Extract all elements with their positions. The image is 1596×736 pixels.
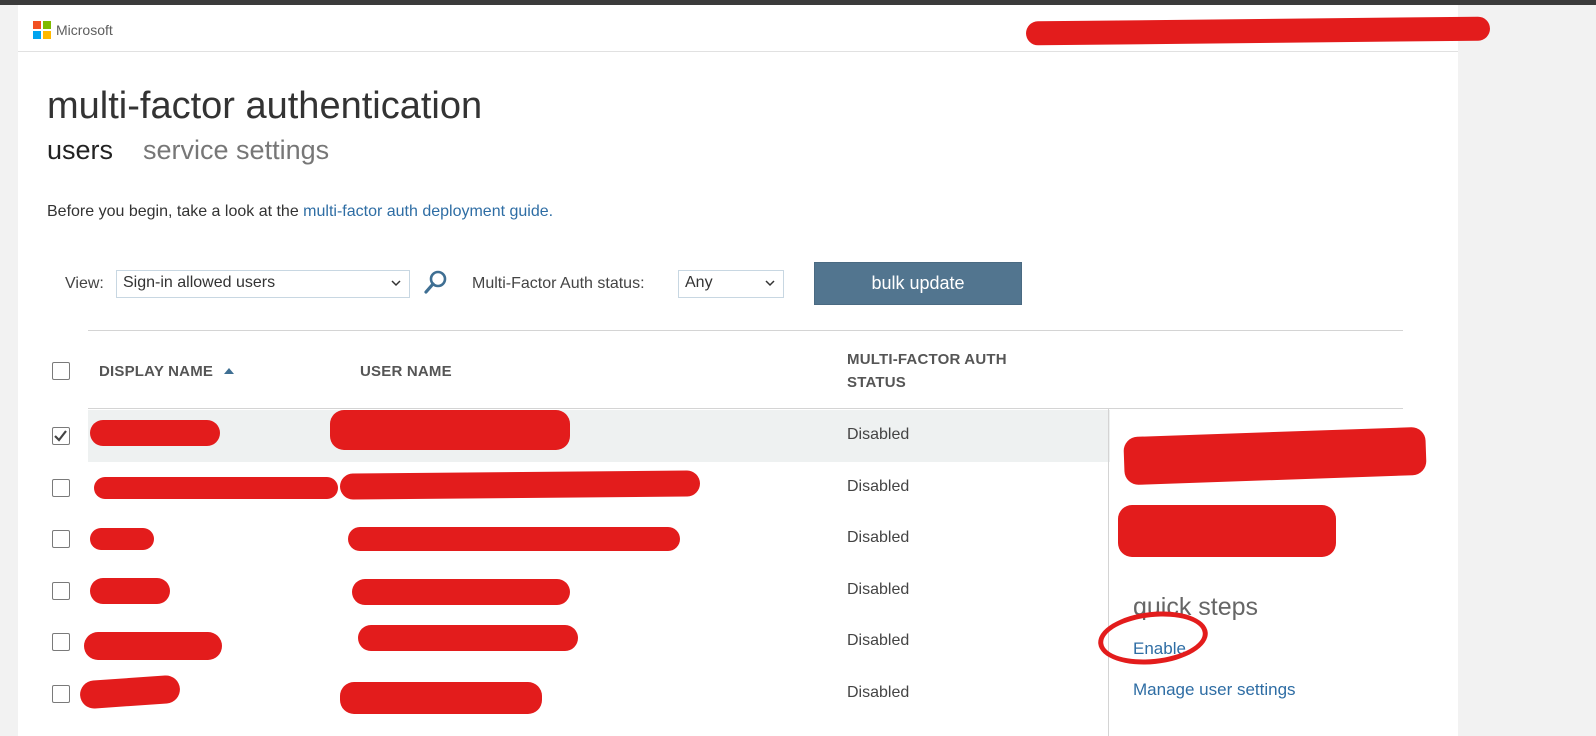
table-header: DISPLAY NAME USER NAME MULTI-FACTOR AUTH…: [52, 331, 1403, 409]
tab-service-settings[interactable]: service settings: [143, 135, 329, 166]
redaction-mark: [339, 470, 701, 500]
redaction-mark: [358, 625, 578, 651]
col-user-name[interactable]: USER NAME: [360, 360, 452, 383]
col-mfa-status-line2: STATUS: [847, 374, 906, 391]
sort-ascending-icon: [224, 368, 235, 374]
row-checkbox[interactable]: [52, 582, 70, 600]
microsoft-logo[interactable]: Microsoft: [33, 21, 113, 39]
tab-users[interactable]: users: [47, 135, 113, 166]
row-mfa-status: Disabled: [847, 478, 910, 495]
table-row[interactable]: Disabled: [52, 410, 1110, 462]
row-mfa-status: Disabled: [847, 529, 910, 546]
table-row[interactable]: Disabled: [52, 668, 1110, 720]
intro-text: Before you begin, take a look at the mul…: [47, 203, 553, 221]
redaction-mark: [1118, 505, 1336, 557]
col-mfa-status-line1: MULTI-FACTOR AUTH: [847, 351, 1007, 368]
page-container: Microsoft multi-factor authentication us…: [18, 5, 1491, 736]
row-checkbox[interactable]: [52, 479, 70, 497]
row-checkbox[interactable]: [52, 685, 70, 703]
checkmark-icon: [54, 430, 67, 442]
redaction-mark: [90, 578, 170, 604]
row-checkbox[interactable]: [52, 530, 70, 548]
row-mfa-status: Disabled: [847, 632, 910, 649]
brand-name: Microsoft: [56, 22, 113, 38]
row-mfa-status: Disabled: [847, 684, 910, 701]
redaction-mark: [94, 477, 338, 499]
mfa-status-label: Multi-Factor Auth status:: [472, 275, 645, 292]
view-select[interactable]: Sign-in allowed users: [116, 270, 410, 298]
row-checkbox[interactable]: [52, 633, 70, 651]
page-title: multi-factor authentication: [47, 85, 483, 127]
col-mfa-status[interactable]: MULTI-FACTOR AUTH STATUS: [847, 348, 1007, 394]
redaction-mark: [90, 420, 220, 446]
page-tabs: users service settings: [47, 135, 329, 166]
redaction-mark: [1025, 16, 1491, 46]
table-row[interactable]: Disabled: [52, 565, 1110, 617]
redaction-mark: [340, 682, 542, 714]
row-checkbox[interactable]: [52, 427, 70, 445]
chevron-down-icon: [765, 280, 775, 287]
manage-user-settings-link[interactable]: Manage user settings: [1133, 680, 1296, 700]
col-display-name[interactable]: DISPLAY NAME: [99, 360, 235, 383]
table-row[interactable]: Disabled: [52, 616, 1110, 668]
redaction-mark: [348, 527, 680, 551]
redaction-mark: [84, 632, 222, 660]
redaction-mark: [352, 579, 570, 605]
view-label: View:: [65, 275, 104, 292]
search-icon[interactable]: [422, 268, 450, 298]
intro-sentence: Before you begin, take a look at the: [47, 203, 304, 220]
select-all-checkbox[interactable]: [52, 362, 70, 380]
redaction-mark: [90, 528, 154, 550]
row-mfa-status: Disabled: [847, 426, 910, 443]
row-mfa-status: Disabled: [847, 581, 910, 598]
view-select-value: Sign-in allowed users: [123, 274, 276, 291]
col-display-name-label: DISPLAY NAME: [99, 363, 214, 380]
filter-bar: View: Sign-in allowed users Multi-Factor…: [65, 262, 1065, 305]
chevron-down-icon: [391, 280, 401, 287]
redaction-mark: [330, 410, 570, 450]
microsoft-logo-icon: [33, 21, 51, 39]
deployment-guide-link[interactable]: multi-factor auth deployment guide.: [303, 203, 553, 220]
mfa-status-select[interactable]: Any: [678, 270, 784, 298]
mfa-status-select-value: Any: [685, 274, 713, 291]
bulk-update-button[interactable]: bulk update: [814, 262, 1022, 305]
